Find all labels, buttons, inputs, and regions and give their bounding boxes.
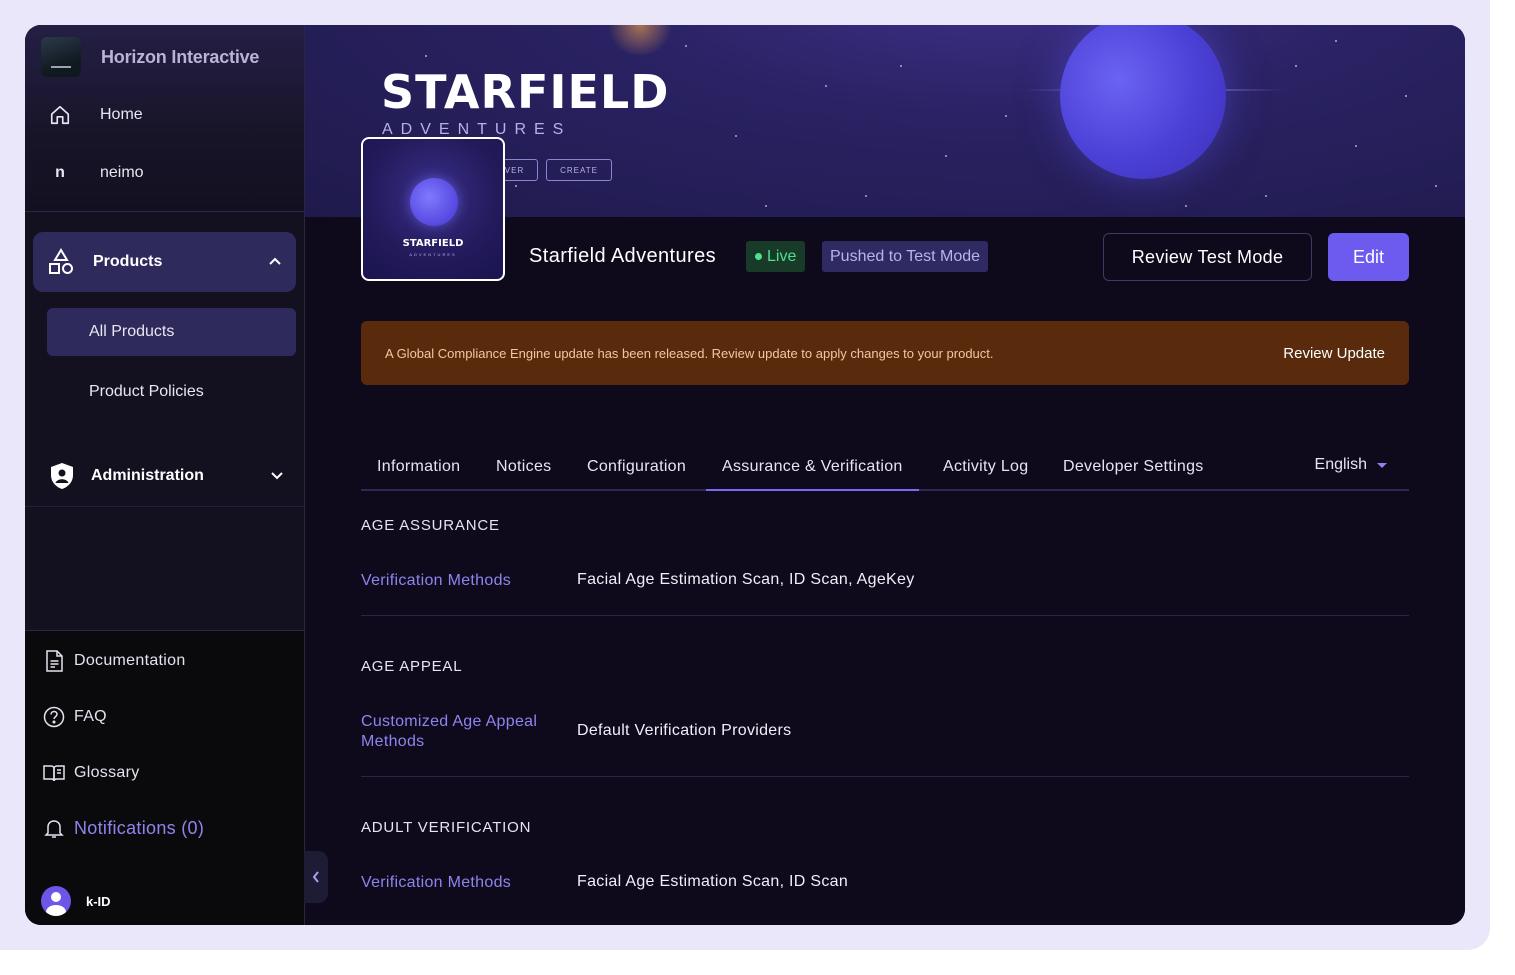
status-dot <box>755 253 762 260</box>
field-value: Default Verification Providers <box>577 722 792 739</box>
sidebar-item-label: FAQ <box>74 708 107 725</box>
sidebar-item-documentation[interactable]: Documentation <box>41 648 186 674</box>
sidebar-item-faq[interactable]: FAQ <box>41 704 107 730</box>
sidebar-item-label: All Products <box>89 323 175 340</box>
sidebar-item-glossary[interactable]: Glossary <box>41 760 140 786</box>
collapse-sidebar-button[interactable] <box>304 851 328 903</box>
thumbnail-subtitle: ADVENTURES <box>409 252 457 257</box>
field-value: Facial Age Estimation Scan, ID Scan, Age… <box>577 571 915 588</box>
main-content: STARFIELD ADVENTURES VER CREATE STARFIEL… <box>305 25 1465 925</box>
sidebar-item-label: neimo <box>100 164 144 181</box>
sidebar-item-label: Administration <box>91 466 204 484</box>
update-alert: A Global Compliance Engine update has be… <box>361 321 1409 385</box>
divider <box>361 615 1409 616</box>
edit-button[interactable]: Edit <box>1328 233 1409 281</box>
document-icon <box>41 648 67 674</box>
sidebar-footer: Documentation FAQ Glossary Notifications… <box>25 630 304 925</box>
caret-down-icon <box>1377 462 1387 468</box>
chevron-down-icon <box>270 469 284 488</box>
section-heading: AGE ASSURANCE <box>361 517 500 534</box>
sidebar-item-label: Notifications (0) <box>74 817 205 838</box>
bell-icon <box>41 815 67 841</box>
app-window: Horizon Interactive Home n neimo Product… <box>25 25 1465 925</box>
sidebar-item-products[interactable]: Products <box>33 232 296 292</box>
sidebar-item-notifications[interactable]: Notifications (0) <box>41 815 204 841</box>
banner-glow <box>605 25 675 55</box>
divider <box>361 776 1409 777</box>
sidebar-item-product-policies[interactable]: Product Policies <box>47 368 296 416</box>
sidebar-item-all-products[interactable]: All Products <box>47 308 296 356</box>
status-badge-test-mode: Pushed to Test Mode <box>822 241 989 272</box>
org-switcher[interactable]: Horizon Interactive <box>41 37 259 77</box>
user-name: k-ID <box>86 893 111 909</box>
section-heading: AGE APPEAL <box>361 658 463 675</box>
avatar <box>41 886 71 916</box>
question-icon <box>41 704 67 730</box>
thumbnail-title: STARFIELD <box>402 238 464 249</box>
field-label: Customized Age Appeal Methods <box>361 713 538 750</box>
tab-developer-settings[interactable]: Developer Settings <box>1047 445 1220 489</box>
org-name: Horizon Interactive <box>101 46 260 67</box>
shield-icon <box>47 461 77 491</box>
status-badge-live: Live <box>746 241 806 272</box>
workspace-initial: n <box>55 164 65 181</box>
section-heading: ADULT VERIFICATION <box>361 819 532 836</box>
chevron-up-icon <box>268 254 282 273</box>
sidebar: Horizon Interactive Home n neimo Product… <box>25 25 328 925</box>
language-value: English <box>1314 456 1367 473</box>
alert-message: A Global Compliance Engine update has be… <box>385 345 994 361</box>
user-menu[interactable]: k-ID <box>41 886 111 916</box>
sidebar-item-administration[interactable]: Administration <box>25 445 304 507</box>
chevron-left-icon <box>312 871 319 883</box>
shapes-icon <box>46 247 76 277</box>
tab-information[interactable]: Information <box>361 445 476 489</box>
sidebar-item-label: Documentation <box>74 652 186 669</box>
tab-activity-log[interactable]: Activity Log <box>927 445 1044 489</box>
sidebar-item-home[interactable]: Home <box>47 102 143 128</box>
book-icon <box>41 760 67 786</box>
sidebar-item-label: Glossary <box>74 764 140 781</box>
thumbnail-planet <box>410 178 458 226</box>
tab-bar: Information Notices Configuration Assura… <box>361 445 1409 491</box>
review-update-link[interactable]: Review Update <box>1283 345 1385 362</box>
tab-assurance-verification[interactable]: Assurance & Verification <box>706 445 919 491</box>
banner-button: CREATE <box>546 159 612 181</box>
field-label: Verification Methods <box>361 572 512 589</box>
sidebar-item-label: Home <box>100 106 143 123</box>
sidebar-header: Horizon Interactive Home n neimo <box>25 25 304 212</box>
review-test-mode-button[interactable]: Review Test Mode <box>1103 233 1312 281</box>
field-value: Facial Age Estimation Scan, ID Scan <box>577 873 849 890</box>
sidebar-item-label: Products <box>93 253 163 270</box>
banner-title: STARFIELD <box>381 65 670 119</box>
sidebar-item-label: Product Policies <box>89 383 204 400</box>
field-label: Verification Methods <box>361 874 512 891</box>
home-icon <box>47 102 73 128</box>
org-logo <box>41 37 81 77</box>
sidebar-item-workspace[interactable]: n neimo <box>47 160 144 186</box>
planet-graphic <box>1060 25 1226 179</box>
tab-configuration[interactable]: Configuration <box>571 445 702 489</box>
language-select[interactable]: English <box>1315 445 1387 485</box>
product-thumbnail: STARFIELD ADVENTURES <box>361 137 505 281</box>
status-label: Live <box>767 247 797 265</box>
tab-notices[interactable]: Notices <box>480 445 567 489</box>
product-title: Starfield Adventures <box>529 245 716 267</box>
